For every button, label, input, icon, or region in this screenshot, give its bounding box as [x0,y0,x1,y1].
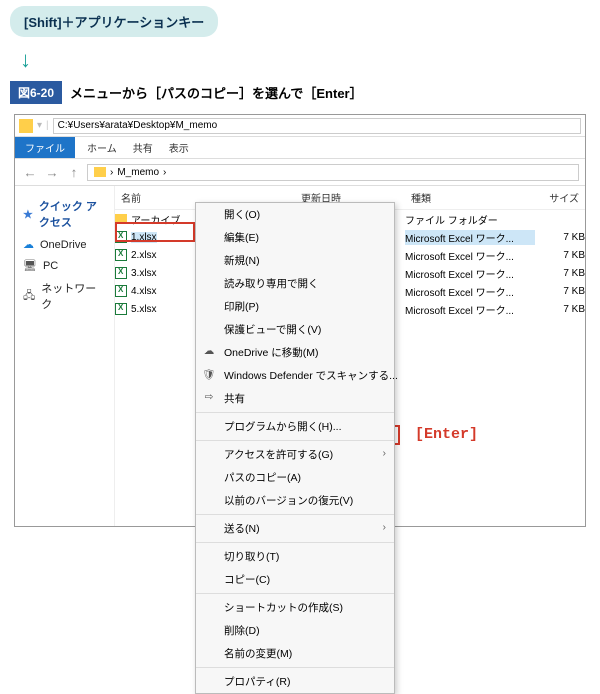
folder-icon [115,214,127,224]
hint-pill: [Shift]＋アプリケーションキー [10,6,218,37]
sidebar-item-pc[interactable]: 🖥 PC [21,255,108,276]
file-type: Microsoft Excel ワーク... [405,230,535,245]
menu-item-openwith[interactable]: プログラムから開く(H)... [196,415,394,438]
menu-separator [196,412,394,413]
breadcrumb-sep: › [163,167,166,178]
file-size: 7 KB [535,250,585,261]
file-type: Microsoft Excel ワーク... [405,302,535,317]
breadcrumb[interactable]: › M_memo › [87,164,579,181]
file-name: 3.xlsx [131,268,157,279]
shield-icon: 🛡 [202,368,216,381]
file-size: 7 KB [535,286,585,297]
col-type[interactable]: 種類 [405,186,535,209]
menu-item-new[interactable]: 新規(N) [196,249,394,272]
tab-file[interactable]: ファイル [15,137,75,158]
arrow-down-icon: ↓ [20,47,580,73]
excel-icon [115,267,127,279]
sidebar-item-network[interactable]: 🖧 ネットワーク [21,276,108,316]
nav-up-button[interactable]: ↑ [65,163,83,181]
menu-item-onedrive[interactable]: ☁OneDrive に移動(M) [196,341,394,364]
file-size: 7 KB [535,268,585,279]
file-type: ファイル フォルダー [405,212,535,227]
excel-icon [115,285,127,297]
tab-home[interactable]: ホーム [79,137,125,158]
folder-icon [94,167,106,177]
menu-item-delete[interactable]: 削除(D) [196,619,394,642]
ribbon-tabs: ファイル ホーム 共有 表示 [15,137,585,159]
context-menu: 開く(O) 編集(E) 新規(N) 読み取り専用で開く 印刷(P) 保護ビューで… [195,202,395,694]
star-icon: ★ [23,208,33,221]
menu-separator [196,667,394,668]
file-type: Microsoft Excel ワーク... [405,248,535,263]
figure-caption: 図6-20 メニューから［パスのコピー］を選んで［Enter］ [10,81,590,104]
figure-caption-text: メニューから［パスのコピー］を選んで［Enter］ [70,83,363,102]
menu-item-edit[interactable]: 編集(E) [196,226,394,249]
menu-item-share[interactable]: ⇨共有 [196,387,394,410]
file-pane: 名前 更新日時 種類 サイズ アーカイブ 2019/12/16 0:03 ファイ… [115,186,585,526]
explorer-window: ▾ | ファイル ホーム 共有 表示 ← → ↑ › M_memo › ★ クイッ… [14,114,586,527]
sidebar-item-label: PC [43,260,58,272]
folder-icon [19,119,33,133]
nav-forward-button[interactable]: → [43,163,61,181]
menu-separator [196,593,394,594]
figure-badge: 図6-20 [10,81,62,104]
sidebar-item-label: OneDrive [40,239,86,251]
menu-item-copy[interactable]: コピー(C) [196,568,394,591]
sidebar-item-onedrive[interactable]: ☁ OneDrive [21,234,108,255]
tab-view[interactable]: 表示 [161,137,197,158]
cloud-icon: ☁ [23,238,34,251]
menu-item-rename[interactable]: 名前の変更(M) [196,642,394,665]
titlebar-path-input[interactable] [53,118,581,134]
titlebar-sep: ▾ [37,120,42,131]
pc-icon: 🖥 [23,259,37,272]
menu-item-restore[interactable]: 以前のバージョンの復元(V) [196,489,394,512]
menu-item-open[interactable]: 開く(O) [196,203,394,226]
file-size: 7 KB [535,232,585,243]
menu-item-print[interactable]: 印刷(P) [196,295,394,318]
menu-item-defender[interactable]: 🛡Windows Defender でスキャンする... [196,364,394,387]
menu-item-copypath[interactable]: パスのコピー(A) [196,466,394,489]
excel-icon [115,231,127,243]
file-name: 1.xlsx [131,232,157,243]
annotation-enter-label: [Enter] [415,426,478,443]
menu-item-sendto[interactable]: 送る(N) [196,517,394,540]
nav-back-button[interactable]: ← [21,163,39,181]
menu-separator [196,440,394,441]
file-type: Microsoft Excel ワーク... [405,266,535,281]
excel-icon [115,303,127,315]
file-name: 4.xlsx [131,286,157,297]
menu-item-shortcut[interactable]: ショートカットの作成(S) [196,596,394,619]
tab-share[interactable]: 共有 [125,137,161,158]
breadcrumb-sep: › [110,167,113,178]
breadcrumb-item[interactable]: M_memo [117,167,159,178]
network-icon: 🖧 [23,287,35,306]
menu-item-protected[interactable]: 保護ビューで開く(V) [196,318,394,341]
menu-item-cut[interactable]: 切り取り(T) [196,545,394,568]
menu-separator [196,542,394,543]
sidebar-item-label: ネットワーク [41,280,106,312]
address-bar: ← → ↑ › M_memo › [15,159,585,186]
sidebar-item-label: クイック アクセス [39,198,106,230]
menu-item-readonly[interactable]: 読み取り専用で開く [196,272,394,295]
file-name: 5.xlsx [131,304,157,315]
file-name: 2.xlsx [131,250,157,261]
col-size[interactable]: サイズ [535,186,585,209]
file-name: アーカイブ [131,212,180,227]
file-size: 7 KB [535,304,585,315]
cloud-icon: ☁ [202,345,216,357]
file-type: Microsoft Excel ワーク... [405,284,535,299]
menu-separator [196,514,394,515]
titlebar: ▾ | [15,115,585,137]
excel-icon [115,249,127,261]
sidebar-item-quick-access[interactable]: ★ クイック アクセス [21,194,108,234]
menu-item-properties[interactable]: プロパティ(R) [196,670,394,693]
share-icon: ⇨ [202,391,216,403]
menu-item-access[interactable]: アクセスを許可する(G) [196,443,394,466]
divider: | [46,120,49,131]
sidebar: ★ クイック アクセス ☁ OneDrive 🖥 PC 🖧 ネットワーク [15,186,115,526]
